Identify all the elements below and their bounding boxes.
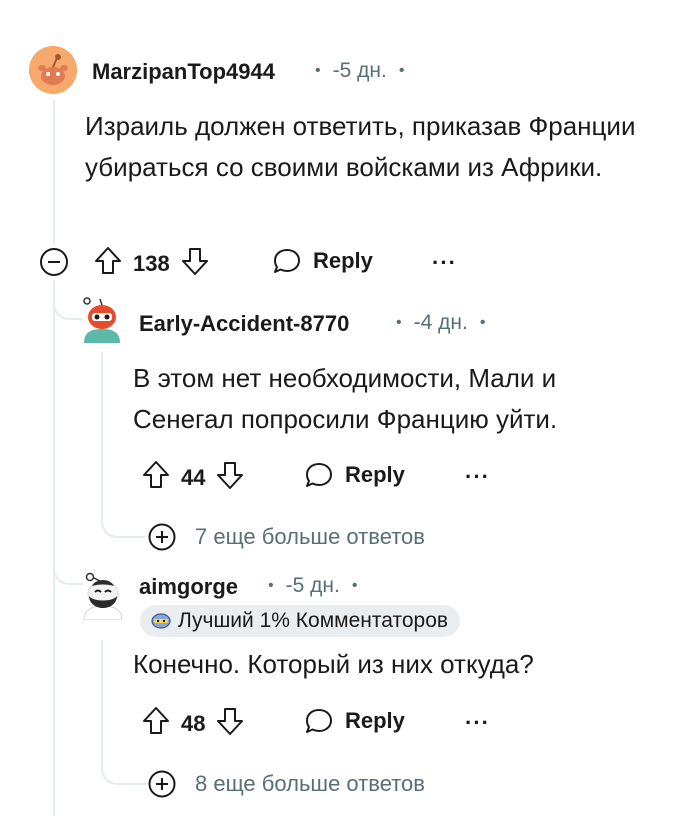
threadline-curve-reply-1: [53, 280, 83, 320]
comment-meta: • -4 дн. •: [384, 311, 497, 335]
vote-count: 48: [181, 711, 206, 736]
comment-body: Конечно. Который из них откуда?: [133, 649, 534, 679]
more-replies-label: 7 еще больше ответов: [195, 524, 425, 549]
reply-icon: [274, 249, 300, 273]
vote-count: 44: [181, 465, 206, 490]
more-options-button[interactable]: ···: [432, 250, 457, 276]
threadline-reply-1[interactable]: [101, 352, 103, 512]
timestamp[interactable]: -4 дн.: [414, 311, 468, 334]
vote-group: 44: [141, 459, 245, 497]
timestamp[interactable]: -5 дн.: [286, 574, 340, 597]
downvote-icon[interactable]: [215, 705, 245, 743]
threadline-reply-2[interactable]: [101, 640, 103, 760]
separator-dot: •: [396, 314, 402, 331]
threadline-curve-more-1: [101, 505, 145, 538]
snoo-avatar-icon: [83, 297, 120, 343]
more-options-button[interactable]: ···: [465, 710, 490, 736]
username[interactable]: aimgorge: [139, 574, 238, 600]
separator-dot: •: [351, 577, 358, 594]
snoo-avatar-icon: [29, 46, 77, 94]
vote-group: 138: [93, 245, 210, 283]
user-flair[interactable]: Лучший 1% Комментаторов: [140, 605, 461, 637]
flair-label: Лучший 1% Комментаторов: [178, 609, 449, 632]
threadline-root[interactable]: [53, 100, 55, 245]
collapse-button[interactable]: [38, 246, 70, 283]
reply-label: Reply: [345, 462, 405, 487]
more-replies-label: 8 еще больше ответов: [195, 771, 425, 796]
downvote-icon[interactable]: [215, 459, 245, 497]
avatar[interactable]: [80, 297, 124, 343]
reply-icon: [306, 709, 332, 733]
downvote-icon[interactable]: [180, 245, 210, 283]
threadline-curve-reply-2: [53, 545, 83, 585]
expand-icon: [148, 523, 176, 551]
upvote-icon[interactable]: [141, 705, 171, 743]
separator-dot: •: [398, 62, 405, 79]
username[interactable]: MarzipanTop4944: [92, 59, 275, 85]
more-replies-link[interactable]: 8 еще больше ответов: [147, 769, 425, 799]
collapse-icon: [40, 248, 68, 276]
vote-group: 48: [141, 705, 245, 743]
comment-body: В этом нет необходимости, Мали и Сенегал…: [133, 363, 558, 434]
more-options-button[interactable]: ···: [465, 464, 490, 490]
separator-dot: •: [315, 62, 321, 79]
flair-icon: [151, 613, 171, 629]
reply-icon: [306, 463, 332, 487]
reply-label: Reply: [313, 248, 373, 273]
username[interactable]: Early-Accident-8770: [139, 311, 349, 337]
reply-label: Reply: [345, 708, 405, 733]
separator-dot: •: [479, 314, 486, 331]
threadline-curve-more-2: [101, 750, 145, 785]
more-replies-link[interactable]: 7 еще больше ответов: [147, 522, 425, 552]
separator-dot: •: [268, 577, 274, 594]
reply-button[interactable]: Reply: [271, 245, 373, 277]
comment-meta: • -5 дн. •: [256, 574, 369, 598]
snoo-avatar-icon: [83, 572, 123, 621]
expand-icon: [148, 770, 176, 798]
comment-body: Израиль должен ответить, приказав Франци…: [85, 111, 636, 182]
upvote-icon[interactable]: [141, 459, 171, 497]
vote-count: 138: [133, 251, 170, 276]
avatar[interactable]: [29, 46, 77, 94]
timestamp[interactable]: -5 дн.: [333, 59, 387, 82]
reply-button[interactable]: Reply: [303, 705, 405, 737]
avatar[interactable]: [80, 572, 126, 621]
upvote-icon[interactable]: [93, 245, 123, 283]
comment-meta: • -5 дн. •: [303, 59, 416, 83]
reply-button[interactable]: Reply: [303, 459, 405, 491]
